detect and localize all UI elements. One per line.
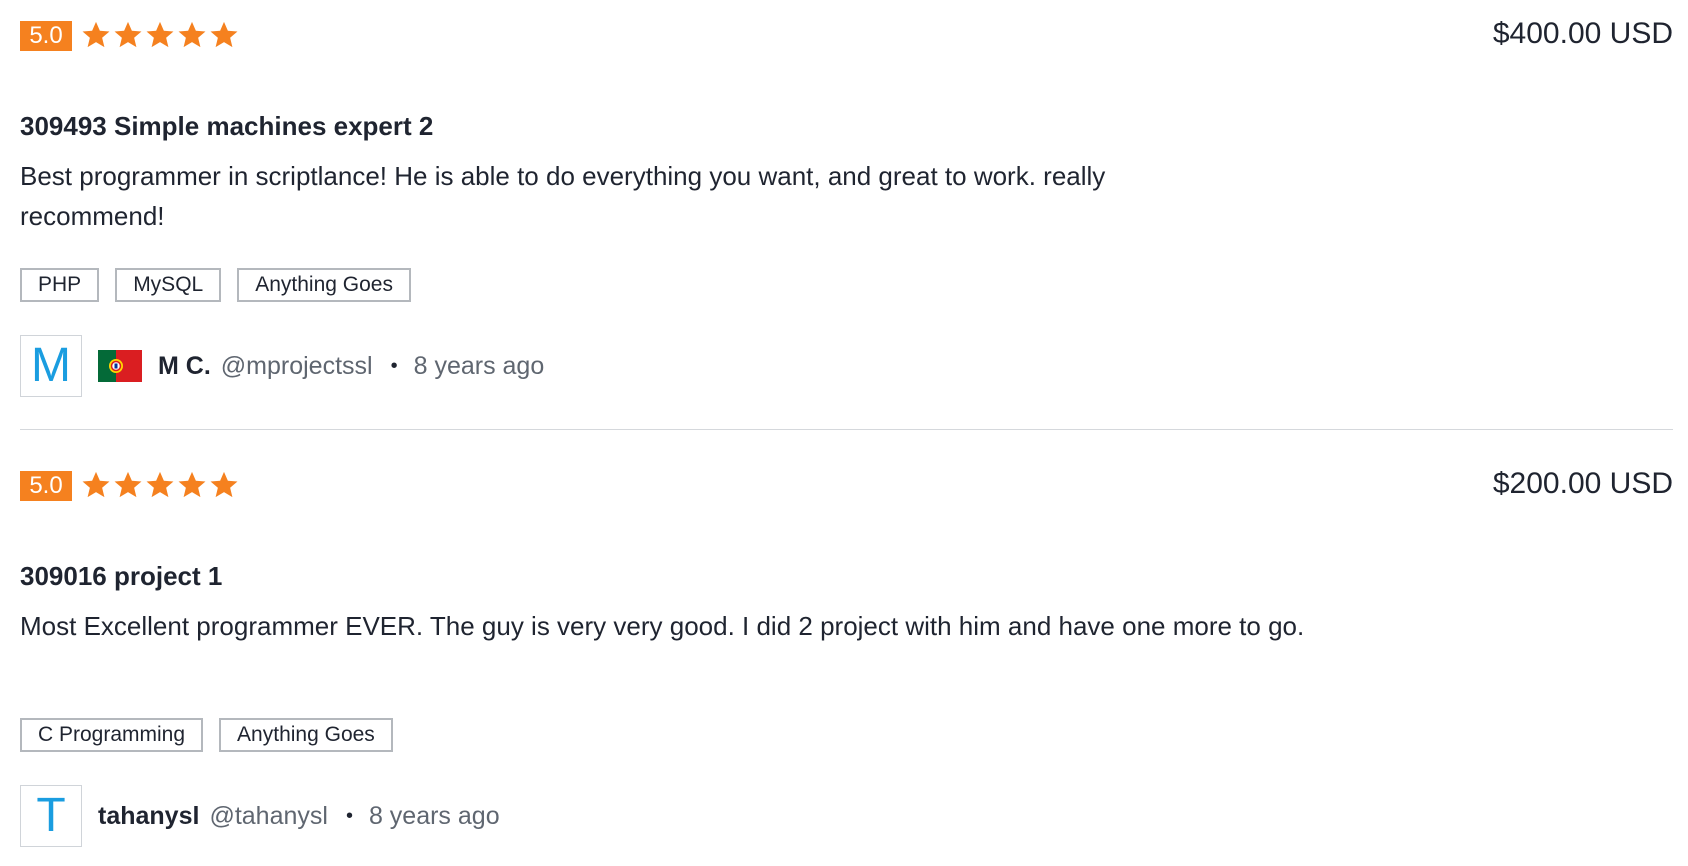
star-icon — [144, 19, 176, 51]
separator-dot: • — [345, 804, 353, 827]
review-item: 5.0 $400.00 USD 309493 Simple machines e… — [20, 16, 1673, 397]
rating-badge: 5.0 — [20, 471, 72, 501]
star-icon — [144, 469, 176, 501]
skill-tag[interactable]: PHP — [20, 268, 100, 302]
separator-dot: • — [390, 354, 398, 377]
review-project-title[interactable]: 309493 Simple machines expert 2 — [20, 110, 433, 142]
skill-tag[interactable]: Anything Goes — [237, 268, 411, 302]
star-icon — [176, 19, 208, 51]
review-header: 5.0 $400.00 USD — [20, 16, 1673, 52]
skill-tag[interactable]: C Programming — [20, 718, 204, 752]
skill-tags: C Programming Anything Goes — [20, 718, 409, 752]
review-project-title[interactable]: 309016 project 1 — [20, 560, 222, 592]
review-time: 8 years ago — [368, 801, 500, 830]
star-icon — [80, 469, 112, 501]
star-icon — [176, 469, 208, 501]
star-icon — [80, 19, 112, 51]
skill-tags: PHP MySQL Anything Goes — [20, 268, 427, 302]
skill-tag[interactable]: MySQL — [115, 268, 222, 302]
reviewer-info: T tahanysl @tahanysl • 8 years ago — [20, 784, 500, 848]
portugal-flag-icon — [98, 350, 142, 382]
review-divider — [20, 429, 1673, 430]
review-price: $200.00 USD — [1492, 467, 1673, 500]
reviewer-handle[interactable]: @tahanysl — [209, 802, 328, 831]
star-icon — [112, 469, 144, 501]
reviewer-name[interactable]: tahanysl — [98, 802, 199, 831]
star-rating — [80, 469, 240, 501]
review-price: $400.00 USD — [1492, 17, 1673, 50]
skill-tag[interactable]: Anything Goes — [219, 718, 393, 752]
review-comment: Most Excellent programmer EVER. The guy … — [20, 611, 1305, 641]
star-icon — [208, 19, 240, 51]
reviewer-name[interactable]: M C. — [158, 352, 211, 381]
review-header: 5.0 $200.00 USD — [20, 466, 1673, 502]
avatar[interactable]: T — [20, 785, 82, 847]
review-item: 5.0 $200.00 USD 309016 project 1 Most Ex… — [20, 466, 1673, 847]
reviewer-info: M M C. @mprojectssl • 8 years ago — [20, 334, 544, 398]
avatar[interactable]: M — [20, 335, 82, 397]
review-time: 8 years ago — [413, 351, 545, 380]
star-rating — [80, 19, 240, 51]
reviewer-handle[interactable]: @mprojectssl — [221, 352, 373, 381]
review-comment: Best programmer in scriptlance! He is ab… — [20, 161, 1106, 231]
rating-badge: 5.0 — [20, 21, 72, 51]
reviews-list: 5.0 $400.00 USD 309493 Simple machines e… — [0, 0, 1688, 866]
star-icon — [208, 469, 240, 501]
star-icon — [112, 19, 144, 51]
